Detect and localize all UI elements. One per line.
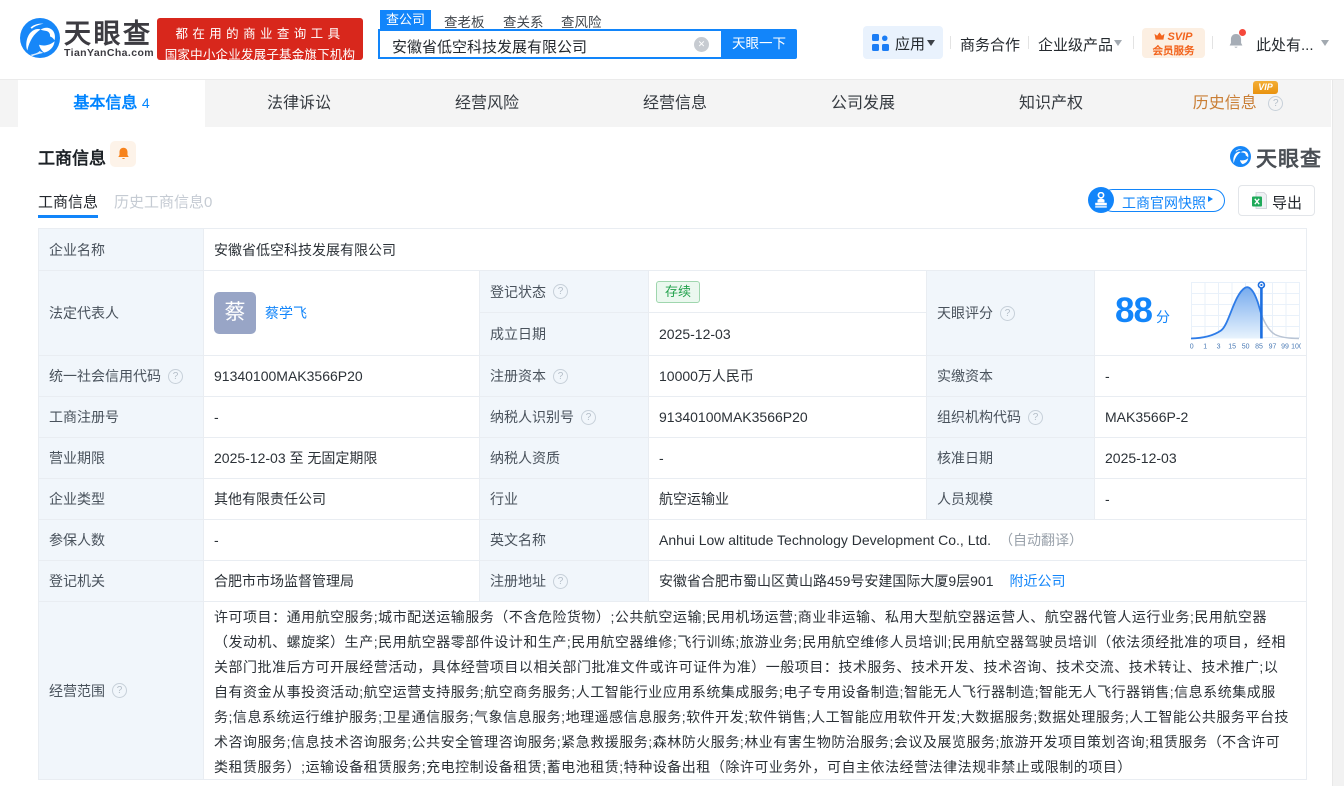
svg-text:1: 1 (1203, 344, 1207, 351)
svg-text:3: 3 (1217, 344, 1221, 351)
svg-text:100: 100 (1291, 344, 1301, 351)
svg-text:0: 0 (1190, 344, 1194, 351)
svg-text:99: 99 (1281, 344, 1289, 351)
svg-text:50: 50 (1242, 344, 1250, 351)
svg-text:97: 97 (1269, 344, 1277, 351)
svg-text:85: 85 (1255, 344, 1263, 351)
svg-text:15: 15 (1228, 344, 1236, 351)
